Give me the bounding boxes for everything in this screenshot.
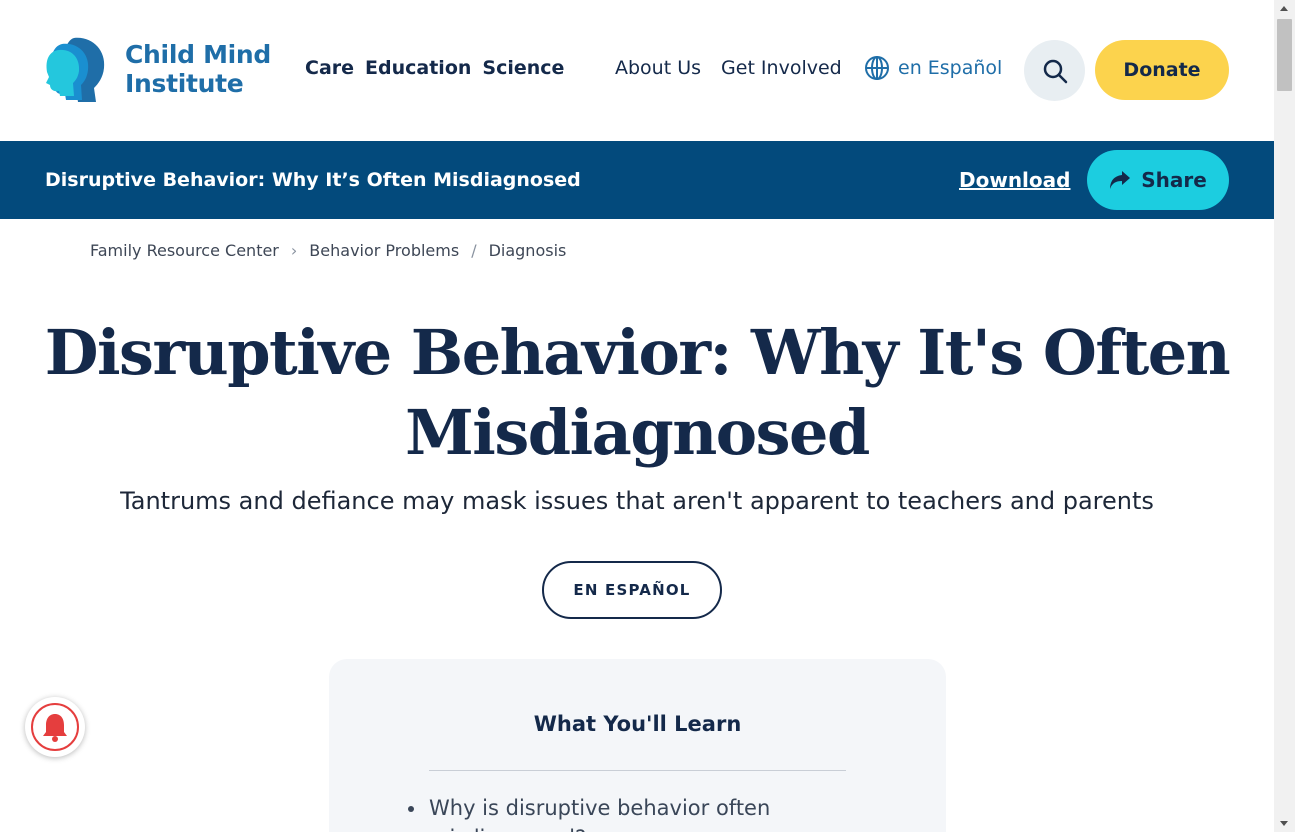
breadcrumb-diagnosis[interactable]: Diagnosis [489, 241, 567, 260]
notification-button[interactable] [25, 697, 85, 757]
nav-care[interactable]: Care [305, 57, 354, 79]
download-link[interactable]: Download [959, 168, 1070, 192]
scroll-thumb[interactable] [1277, 19, 1292, 91]
share-label: Share [1141, 168, 1207, 192]
article-bar-title: Disruptive Behavior: Why It’s Often Misd… [45, 169, 581, 191]
en-espanol-button[interactable]: EN ESPAÑOL [542, 561, 722, 619]
divider [429, 770, 846, 771]
breadcrumb: Family Resource Center › Behavior Proble… [90, 241, 566, 260]
what-youll-learn-card: What You'll Learn Why is disruptive beha… [329, 659, 946, 832]
search-icon [1043, 59, 1067, 83]
logo-heads-icon [46, 37, 105, 102]
nav-science[interactable]: Science [482, 57, 564, 79]
breadcrumb-slash: / [471, 241, 477, 260]
language-link[interactable]: en Español [864, 55, 1002, 81]
vertical-scrollbar[interactable] [1274, 0, 1295, 832]
logo-line2: Institute [125, 69, 244, 98]
site-header: Child Mind Institute Care Education Scie… [0, 0, 1274, 141]
scroll-down-arrow-icon[interactable] [1280, 821, 1288, 826]
breadcrumb-family-resource-center[interactable]: Family Resource Center [90, 241, 279, 260]
page-title-line1: Disruptive Behavior: Why It's Often [44, 316, 1231, 389]
nav-education[interactable]: Education [365, 57, 471, 79]
page-title-line2: Misdiagnosed [405, 396, 870, 469]
nav-about-us[interactable]: About Us [615, 57, 701, 79]
language-link-label: en Español [898, 57, 1003, 79]
breadcrumb-behavior-problems[interactable]: Behavior Problems [309, 241, 459, 260]
secondary-nav: About Us Get Involved [615, 57, 842, 79]
share-arrow-icon [1110, 171, 1131, 189]
scroll-up-arrow-icon[interactable] [1280, 6, 1288, 11]
learn-item: Why is disruptive behavior often misdiag… [408, 793, 846, 832]
notification-ring [31, 703, 79, 751]
bell-icon [43, 714, 67, 742]
globe-icon [865, 56, 889, 80]
learn-heading: What You'll Learn [533, 712, 742, 736]
nav-get-involved[interactable]: Get Involved [721, 57, 842, 79]
logo-wordmark: Child Mind Institute [125, 40, 271, 98]
share-button[interactable]: Share [1087, 150, 1229, 210]
chevron-right-icon: › [290, 241, 298, 260]
page-title: Disruptive Behavior: Why It's Often Misd… [0, 313, 1274, 473]
site-logo[interactable]: Child Mind Institute [44, 36, 276, 106]
search-button[interactable] [1024, 40, 1085, 101]
logo-line1: Child Mind [125, 40, 272, 69]
primary-nav: Care Education Science [305, 57, 564, 79]
page-subtitle: Tantrums and defiance may mask issues th… [120, 487, 1154, 515]
learn-list: Why is disruptive behavior often misdiag… [408, 793, 846, 832]
article-sticky-bar: Disruptive Behavior: Why It’s Often Misd… [0, 141, 1274, 219]
donate-button[interactable]: Donate [1095, 40, 1229, 100]
